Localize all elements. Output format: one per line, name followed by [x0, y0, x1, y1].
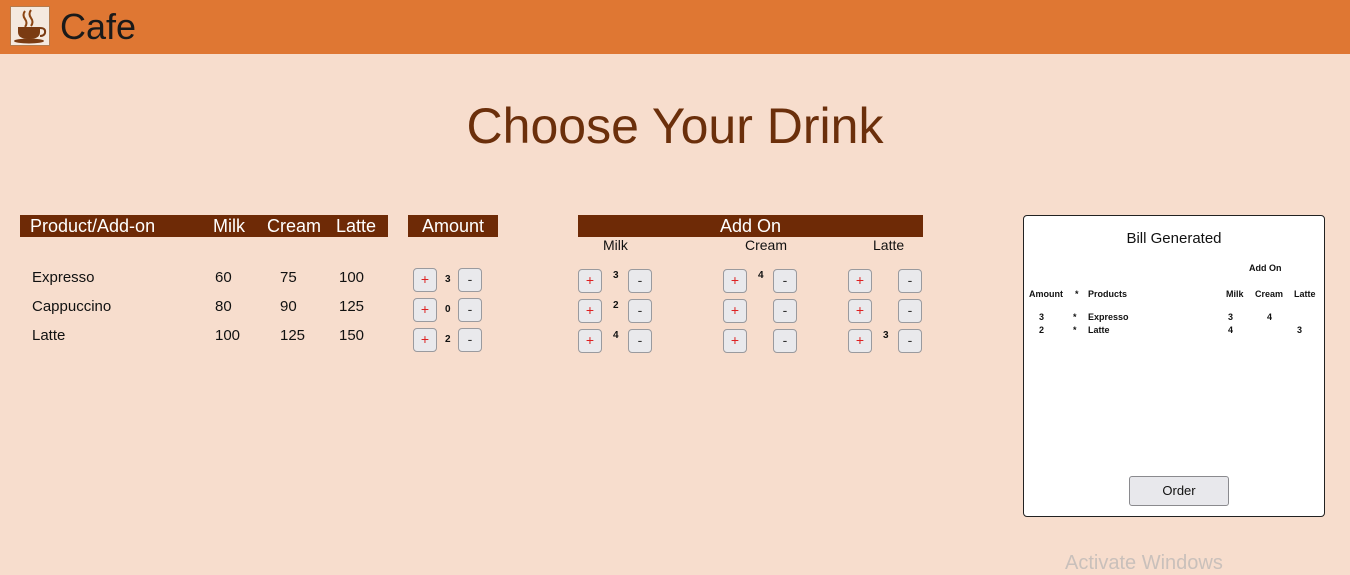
- bill-col-latte: Latte: [1294, 289, 1316, 299]
- addon-latte-value: 3: [883, 330, 889, 341]
- top-bar: Cafe: [0, 0, 1350, 54]
- addon-cream-plus-button[interactable]: +: [723, 299, 747, 323]
- price-milk: 60: [215, 269, 232, 286]
- header-product: Product/Add-on: [30, 216, 156, 236]
- activate-windows-watermark: Activate Windows: [1065, 552, 1223, 574]
- addon-cream-value: 4: [758, 270, 764, 281]
- addon-milk-minus-button[interactable]: -: [628, 299, 652, 323]
- product-name: Expresso: [32, 269, 95, 286]
- price-milk: 80: [215, 298, 232, 315]
- amount-header: Amount: [408, 215, 498, 237]
- bill-row-cream: 4: [1267, 312, 1273, 322]
- bill-col-products: Products: [1088, 289, 1128, 299]
- price-cream: 75: [280, 269, 297, 286]
- addon-latte-plus-button[interactable]: +: [848, 299, 872, 323]
- product-name: Latte: [32, 327, 66, 344]
- addon-latte-plus-button[interactable]: +: [848, 269, 872, 293]
- coffee-cup-icon: [10, 6, 50, 46]
- bill-addon-header: Add On: [1249, 263, 1282, 273]
- bill-row-product: Latte: [1088, 325, 1110, 335]
- order-button[interactable]: Order: [1129, 476, 1229, 506]
- addon-cream-minus-button[interactable]: -: [773, 329, 797, 353]
- bill-row-amount: 2: [1039, 325, 1045, 335]
- amount-header-label: Amount: [421, 216, 485, 236]
- addon-milk-plus-button[interactable]: +: [578, 299, 602, 323]
- bill-row-milk: 4: [1228, 325, 1234, 335]
- addon-cream-minus-button[interactable]: -: [773, 269, 797, 293]
- amount-value: 2: [445, 334, 451, 345]
- addon-milk-value: 3: [613, 270, 619, 281]
- addon-cream-plus-button[interactable]: +: [723, 269, 747, 293]
- header-cream: Cream: [267, 216, 322, 236]
- bill-row-times: *: [1073, 312, 1077, 322]
- bill-row-product: Expresso: [1088, 312, 1129, 322]
- bill-col-milk: Milk: [1226, 289, 1244, 299]
- price-cream: 125: [280, 327, 306, 344]
- bill-col-cream: Cream: [1255, 289, 1284, 299]
- bill-row-times: *: [1073, 325, 1077, 335]
- bill-row-amount: 3: [1039, 312, 1045, 322]
- addon-latte-minus-button[interactable]: -: [898, 329, 922, 353]
- header-milk: Milk: [213, 216, 245, 236]
- addon-header: Add On: [578, 215, 923, 237]
- price-latte: 100: [339, 269, 365, 286]
- amount-minus-button[interactable]: -: [458, 298, 482, 322]
- bill-row-latte: 3: [1297, 325, 1303, 335]
- page-title: Choose Your Drink: [466, 98, 884, 154]
- price-cream: 90: [280, 298, 297, 315]
- amount-plus-button[interactable]: +: [413, 268, 437, 292]
- amount-plus-button[interactable]: +: [413, 328, 437, 352]
- addon-latte-minus-button[interactable]: -: [898, 269, 922, 293]
- amount-minus-button[interactable]: -: [458, 268, 482, 292]
- app-title: Cafe: [60, 6, 137, 47]
- menu-table-header: Product/Add-on Milk Cream Latte: [20, 215, 388, 237]
- addon-milk-plus-button[interactable]: +: [578, 329, 602, 353]
- amount-plus-button[interactable]: +: [413, 298, 437, 322]
- addon-latte-plus-button[interactable]: +: [848, 329, 872, 353]
- price-milk: 100: [215, 327, 241, 344]
- product-name: Cappuccino: [32, 298, 112, 315]
- addon-cream-plus-button[interactable]: +: [723, 329, 747, 353]
- addon-milk-value: 4: [613, 330, 619, 341]
- addon-cream-minus-button[interactable]: -: [773, 299, 797, 323]
- addon-milk-minus-button[interactable]: -: [628, 329, 652, 353]
- amount-value: 3: [445, 274, 451, 285]
- amount-minus-button[interactable]: -: [458, 328, 482, 352]
- bill-panel: Bill Generated Add On Amount * Products …: [1023, 215, 1325, 517]
- bill-col-times: *: [1075, 289, 1079, 299]
- amount-value: 0: [445, 304, 451, 315]
- price-latte: 150: [339, 327, 365, 344]
- addon-milk-minus-button[interactable]: -: [628, 269, 652, 293]
- addon-milk-plus-button[interactable]: +: [578, 269, 602, 293]
- price-latte: 125: [339, 298, 365, 315]
- header-latte: Latte: [336, 216, 377, 236]
- bill-title: Bill Generated: [1126, 230, 1222, 247]
- addon-column-latte: Latte: [873, 237, 905, 253]
- addon-column-cream: Cream: [745, 237, 788, 253]
- addon-header-label: Add On: [719, 216, 782, 236]
- bill-col-amount: Amount: [1029, 289, 1063, 299]
- addon-milk-value: 2: [613, 300, 619, 311]
- addon-latte-minus-button[interactable]: -: [898, 299, 922, 323]
- addon-column-milk: Milk: [603, 237, 628, 253]
- bill-row-milk: 3: [1228, 312, 1234, 322]
